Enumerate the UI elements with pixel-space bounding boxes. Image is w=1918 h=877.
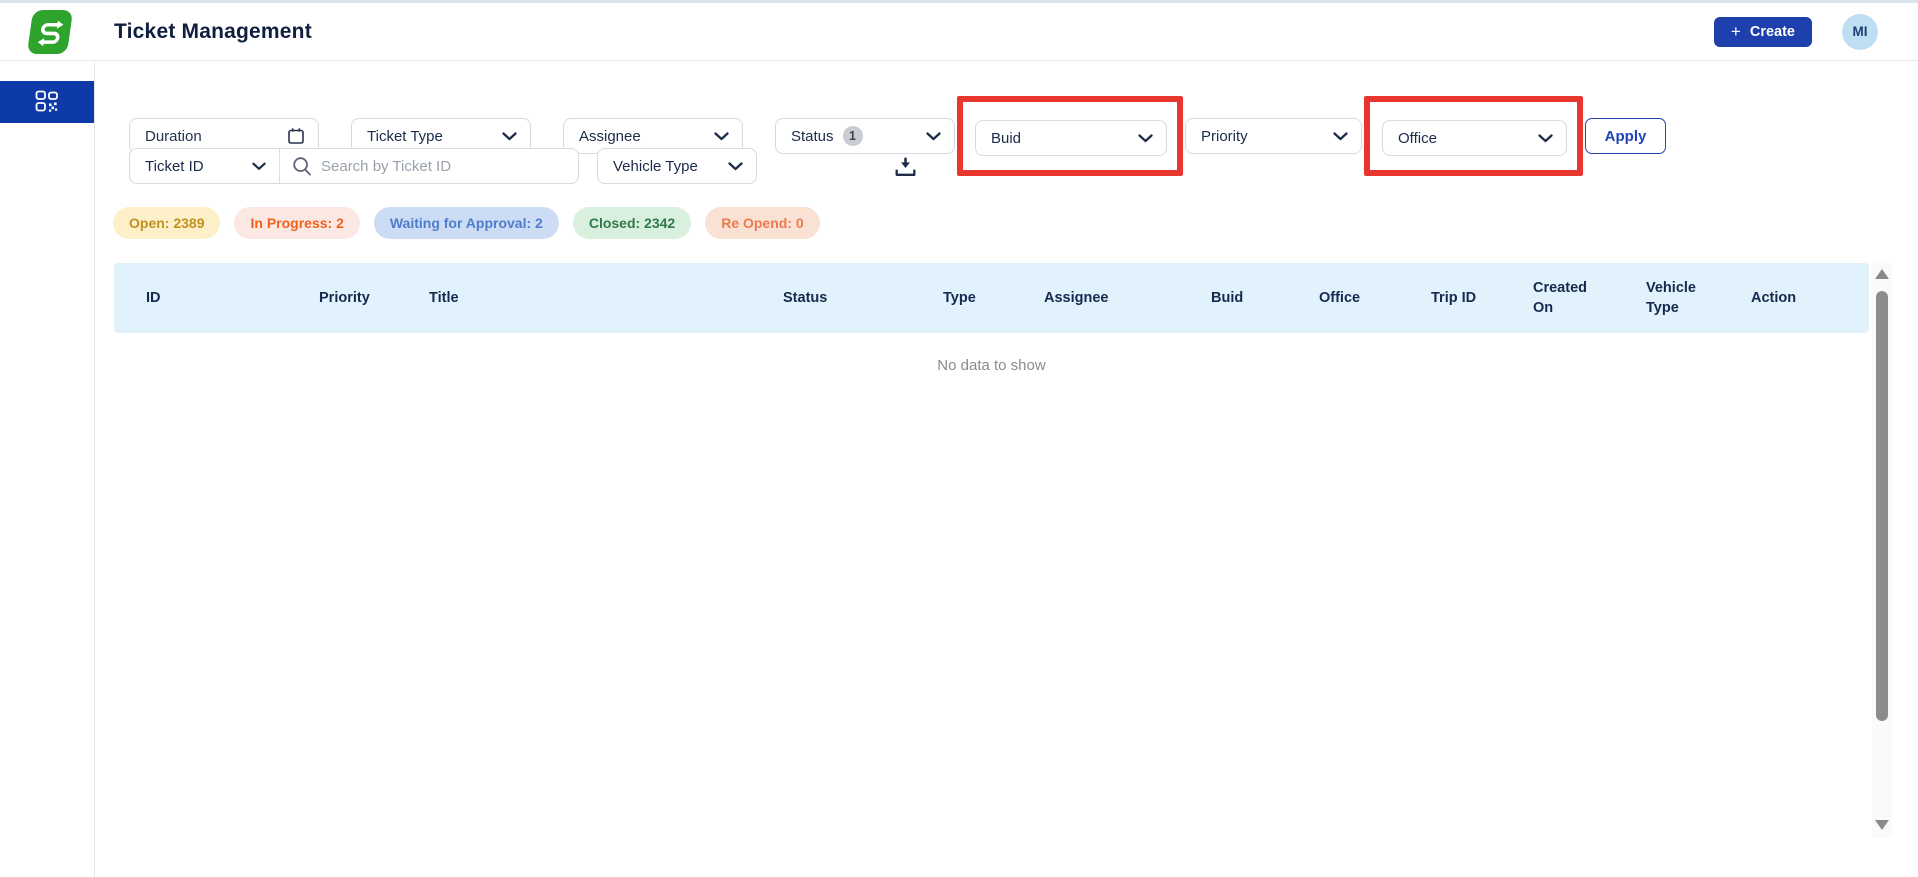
office-label: Office — [1398, 129, 1437, 147]
download-icon — [895, 157, 916, 176]
chevron-down-icon — [728, 161, 743, 170]
create-button-label: Create — [1749, 23, 1795, 40]
scroll-down-arrow-icon[interactable] — [1875, 820, 1889, 830]
office-highlight-box: Office — [1364, 96, 1583, 176]
chevron-down-icon — [252, 162, 266, 170]
search-icon — [293, 157, 311, 176]
apply-button[interactable]: Apply — [1585, 118, 1666, 154]
user-avatar[interactable]: MI — [1842, 13, 1878, 50]
office-dropdown[interactable]: Office — [1382, 120, 1567, 156]
chevron-down-icon — [1333, 131, 1348, 140]
vehicle-type-dropdown[interactable]: Vehicle Type — [597, 148, 757, 184]
priority-dropdown[interactable]: Priority — [1185, 118, 1362, 154]
search-field-selector[interactable]: Ticket ID — [130, 149, 280, 183]
column-header-priority: Priority — [319, 289, 370, 306]
column-header-office: Office — [1319, 289, 1361, 306]
chip-waiting-approval[interactable]: Waiting for Approval: 2 — [373, 207, 559, 239]
ticket-search-group: Ticket ID — [129, 148, 579, 184]
search-input-wrap — [280, 149, 578, 183]
app-header: Ticket Management + Create MI — [0, 3, 1918, 61]
chip-closed[interactable]: Closed: 2342 — [572, 207, 692, 239]
app-logo — [26, 9, 74, 54]
buid-label: Buid — [991, 129, 1022, 147]
vertical-scrollbar[interactable] — [1872, 263, 1892, 838]
plus-icon: + — [1730, 22, 1741, 41]
buid-dropdown[interactable]: Buid — [975, 120, 1167, 156]
chevron-down-icon — [1538, 133, 1553, 142]
column-header-vehicle-type: Vehicle Type — [1646, 279, 1696, 316]
ticket-search-input[interactable] — [321, 157, 568, 175]
column-header-action: Action — [1751, 289, 1797, 306]
chevron-down-icon — [502, 131, 517, 140]
download-button[interactable] — [892, 153, 919, 180]
table-header-row: ID Priority Title Status Type Assignee B… — [114, 263, 1869, 333]
column-header-trip-id: Trip ID — [1431, 289, 1477, 306]
sidebar — [0, 61, 95, 877]
column-header-status: Status — [783, 289, 828, 306]
calendar-icon — [288, 128, 304, 144]
vehicle-type-label: Vehicle Type — [613, 157, 698, 175]
column-header-type: Type — [943, 289, 976, 306]
column-header-id: ID — [146, 289, 161, 306]
empty-state-message: No data to show — [937, 357, 1046, 374]
status-count-badge: 1 — [842, 126, 863, 146]
buid-highlight-box: Buid — [957, 96, 1183, 176]
swap-arrows-icon — [37, 19, 63, 45]
column-header-assignee: Assignee — [1044, 289, 1109, 306]
chevron-down-icon — [714, 131, 729, 140]
column-header-created-on: Created On — [1533, 279, 1587, 316]
tickets-table: ID Priority Title Status Type Assignee B… — [114, 263, 1869, 333]
dashboard-grid-icon — [35, 90, 58, 112]
duration-input[interactable] — [145, 127, 265, 145]
column-header-buid: Buid — [1211, 289, 1244, 306]
ticket-type-label: Ticket Type — [367, 127, 443, 145]
status-label: Status — [791, 127, 834, 145]
ticket-id-label: Ticket ID — [145, 157, 204, 175]
status-summary-row: Open: 2389 In Progress: 2 Waiting for Ap… — [113, 207, 820, 239]
chevron-down-icon — [926, 131, 941, 140]
chip-reopened[interactable]: Re Opend: 0 — [705, 207, 820, 239]
filter-row-search: Ticket ID Vehicle Type — [129, 148, 919, 184]
create-button[interactable]: + Create — [1713, 16, 1812, 47]
main-content: Ticket Type Assignee Status 1 Buid — [96, 61, 1918, 877]
assignee-label: Assignee — [579, 127, 641, 145]
sidebar-item-dashboard[interactable] — [0, 81, 94, 123]
priority-label: Priority — [1201, 127, 1248, 145]
scroll-up-arrow-icon[interactable] — [1875, 269, 1889, 279]
chip-open[interactable]: Open: 2389 — [113, 207, 221, 239]
page-title: Ticket Management — [114, 19, 312, 43]
chip-in-progress[interactable]: In Progress: 2 — [234, 207, 360, 239]
column-header-title: Title — [429, 289, 459, 306]
scrollbar-thumb[interactable] — [1876, 291, 1888, 721]
chevron-down-icon — [1138, 133, 1153, 142]
